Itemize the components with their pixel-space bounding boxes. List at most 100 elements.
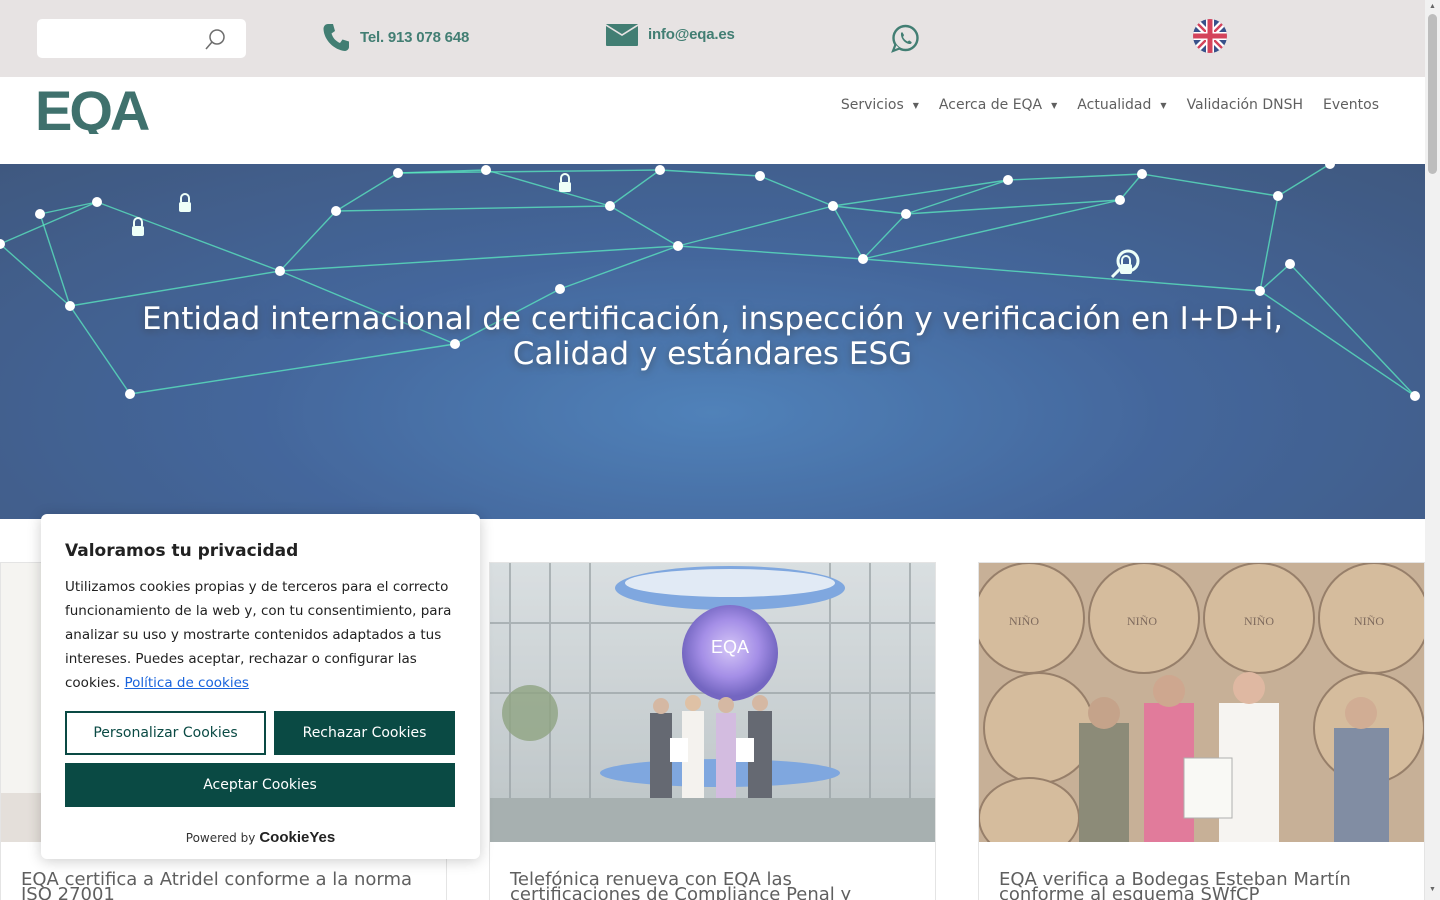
svg-text:NIÑO: NIÑO [1009, 614, 1039, 628]
customize-cookies-button[interactable]: Personalizar Cookies [65, 711, 266, 755]
powered-by: Powered by CookieYes [41, 829, 480, 846]
svg-text:NIÑO: NIÑO [1244, 614, 1274, 628]
network-node [1255, 286, 1265, 296]
nav-item-label: Eventos [1323, 97, 1379, 113]
lock-icon [132, 217, 144, 236]
network-link [1277, 164, 1331, 197]
network-link [335, 172, 399, 212]
network-node [1003, 175, 1013, 185]
search-box[interactable] [37, 19, 246, 58]
eqa-logo[interactable]: EQA [35, 84, 153, 134]
powered-by-label: Powered by [185, 831, 256, 845]
network-link [0, 201, 98, 245]
network-link [677, 205, 834, 247]
network-link [677, 245, 864, 260]
nav-item-label: Acerca de EQA [938, 97, 1043, 113]
cookie-body: Utilizamos cookies propias y de terceros… [65, 575, 455, 695]
network-link [832, 205, 907, 215]
phone-contact[interactable]: Tel. 913 078 648 [322, 22, 469, 52]
caret-down-icon: ▼ [912, 100, 919, 110]
network-node [1325, 164, 1335, 169]
search-input[interactable] [37, 19, 197, 58]
nav-item-label: Actualidad [1077, 97, 1152, 113]
nav-item-servicios[interactable]: Servicios ▼ [841, 97, 919, 113]
network-node [331, 206, 341, 216]
hero-title-line1: Entidad internacional de certificación, … [141, 301, 1284, 337]
cookie-text: Utilizamos cookies propias y de terceros… [65, 579, 452, 691]
news-title[interactable]: Telefónica renueva con EQA las certifica… [510, 871, 920, 900]
nav-item-label: Validación DNSH [1186, 97, 1304, 113]
envelope-icon [606, 24, 638, 46]
network-node [1273, 191, 1283, 201]
network-link [1007, 173, 1143, 181]
network-link [1141, 173, 1279, 197]
network-link [279, 210, 337, 272]
reject-cookies-button[interactable]: Rechazar Cookies [274, 711, 455, 755]
caret-down-icon: ▼ [1160, 100, 1167, 110]
network-link [485, 169, 611, 207]
network-link [862, 213, 907, 260]
network-node [1285, 259, 1295, 269]
network-node [92, 197, 102, 207]
network-node [275, 266, 285, 276]
caret-down-icon: ▼ [1051, 100, 1058, 110]
nav-item-validaci-n-dnsh[interactable]: Validación DNSH [1187, 97, 1303, 113]
network-node [481, 165, 491, 175]
news-card[interactable]: EQA Telefónica renueva con EQA las certi… [489, 562, 936, 900]
network-node [1115, 195, 1125, 205]
network-link [335, 205, 611, 212]
scroll-up-arrow[interactable]: ▲ [1429, 3, 1436, 10]
network-link [609, 169, 661, 207]
email-address[interactable]: info@eqa.es [648, 26, 735, 43]
cookie-policy-link[interactable]: Política de cookies [124, 675, 248, 691]
network-link [1119, 173, 1143, 201]
news-image[interactable]: EQA [490, 563, 935, 842]
search-icon[interactable] [204, 27, 228, 51]
scroll-down-arrow[interactable]: ▼ [1429, 886, 1436, 893]
accept-cookies-button[interactable]: Aceptar Cookies [65, 763, 455, 807]
network-link [609, 205, 679, 247]
network-node [1137, 169, 1147, 179]
news-card[interactable]: NIÑO NIÑO NIÑO NIÑO EQA verifica a Bodeg… [978, 562, 1425, 900]
network-link [39, 201, 98, 215]
cookie-consent-banner: Valoramos tu privacidad Utilizamos cooki… [41, 514, 480, 859]
hero-title: Entidad internacional de certificación, … [0, 302, 1425, 372]
network-node [35, 209, 45, 219]
svg-text:NIÑO: NIÑO [1127, 614, 1157, 628]
whatsapp-icon[interactable] [891, 24, 920, 53]
phone-icon [323, 24, 349, 51]
network-node [828, 201, 838, 211]
uk-flag-icon[interactable] [1193, 19, 1227, 53]
svg-text:NIÑO: NIÑO [1354, 614, 1384, 628]
lock-icon [559, 173, 571, 192]
cookie-title: Valoramos tu privacidad [65, 541, 299, 561]
main-nav: Servicios ▼ Acerca de EQA ▼ Actualidad ▼ Valid… [821, 97, 1379, 113]
phone-number[interactable]: Tel. 913 078 648 [360, 29, 469, 46]
logo-text: EQA [35, 84, 149, 134]
email-contact[interactable]: info@eqa.es [606, 22, 735, 46]
network-node [1410, 391, 1420, 401]
page-scrollbar[interactable]: ▲ ▼ [1425, 0, 1440, 900]
nav-item-actualidad[interactable]: Actualidad ▼ [1077, 97, 1166, 113]
news-title[interactable]: EQA certifica a Atridel conforme a la no… [21, 871, 431, 900]
nav-item-eventos[interactable]: Eventos [1323, 97, 1379, 113]
network-link [659, 169, 761, 177]
eqa-sign-text: EQA [711, 637, 749, 657]
network-link [759, 175, 834, 207]
hero-title-line2: Calidad y estándares ESG [512, 336, 913, 372]
network-link [832, 179, 1009, 207]
nav-item-acerca-de-eqa[interactable]: Acerca de EQA ▼ [939, 97, 1057, 113]
network-node [673, 241, 683, 251]
cookieyes-logo[interactable]: CookieYes [259, 829, 335, 846]
network-link [832, 205, 864, 260]
nav-item-label: Servicios [840, 97, 904, 113]
scroll-thumb[interactable] [1428, 14, 1437, 174]
news-image[interactable]: NIÑO NIÑO NIÑO NIÑO [979, 563, 1424, 842]
main-header: EQA Servicios ▼ Acerca de EQA ▼ Actualidad ▼ V… [0, 77, 1425, 164]
network-node [605, 201, 615, 211]
hero-banner: Entidad internacional de certificación, … [0, 164, 1425, 519]
network-node [655, 165, 665, 175]
network-node [901, 209, 911, 219]
news-title[interactable]: EQA verifica a Bodegas Esteban Martín co… [999, 871, 1409, 900]
top-bar: Tel. 913 078 648 info@eqa.es [0, 0, 1425, 77]
